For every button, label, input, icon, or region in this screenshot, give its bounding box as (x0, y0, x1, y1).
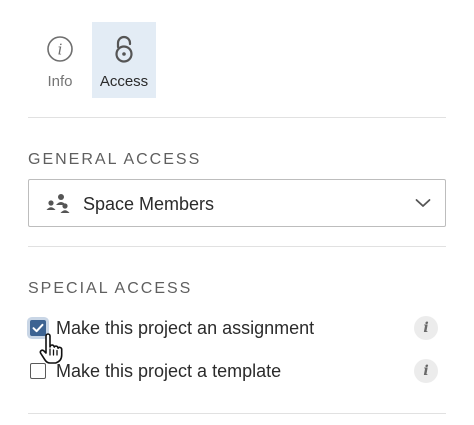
info-icon: i (47, 36, 73, 62)
panel-tabs: i Info Access (28, 22, 156, 98)
tab-access[interactable]: Access (92, 22, 156, 98)
group-icon (46, 194, 70, 213)
template-checkbox[interactable] (30, 363, 46, 379)
tab-info-label: Info (47, 73, 73, 90)
general-access-value: Space Members (83, 194, 215, 214)
svg-text:i: i (58, 41, 63, 59)
chevron-down-icon (415, 199, 431, 207)
general-access-title: GENERAL ACCESS (28, 151, 202, 168)
divider (28, 246, 446, 247)
lock-icon (115, 35, 133, 63)
template-label[interactable]: Make this project a template (56, 361, 281, 382)
tab-info[interactable]: i Info (28, 22, 92, 98)
template-option: Make this project a template i (28, 357, 446, 387)
tab-access-label: Access (99, 73, 149, 90)
divider (28, 413, 446, 414)
checkmark-icon (32, 323, 44, 333)
assignment-checkbox[interactable] (30, 320, 46, 336)
template-info-icon[interactable]: i (414, 359, 438, 383)
assignment-label[interactable]: Make this project an assignment (56, 318, 314, 339)
assignment-option: Make this project an assignment i (28, 314, 446, 344)
assignment-info-icon[interactable]: i (414, 316, 438, 340)
general-access-select[interactable]: Space Members (28, 179, 446, 227)
special-access-title: SPECIAL ACCESS (28, 280, 193, 297)
divider (28, 117, 446, 118)
